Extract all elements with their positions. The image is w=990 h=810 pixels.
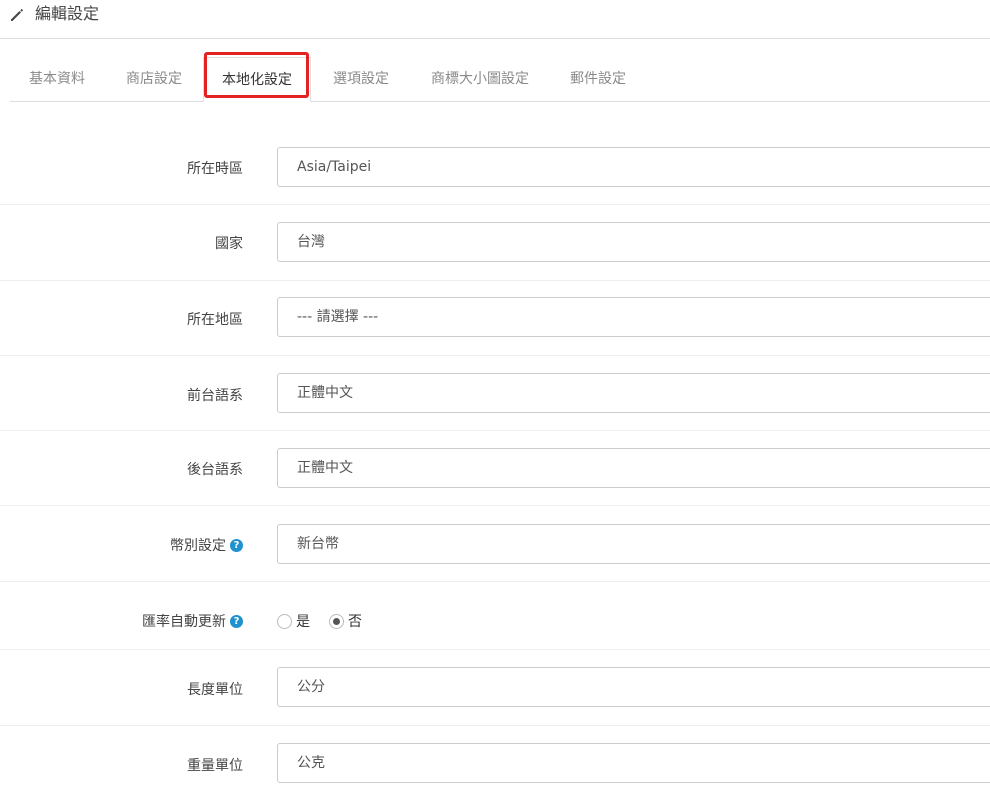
tab-mail-settings[interactable]: 郵件設定	[560, 57, 636, 101]
pencil-icon	[11, 8, 24, 21]
form-row-currency-auto-update: 匯率自動更新 ? 是 否	[0, 582, 990, 650]
form-row-zone: 所在地區 --- 請選擇 ---	[0, 281, 990, 356]
tab-basic-info[interactable]: 基本資料	[10, 57, 104, 101]
panel-heading: 編輯設定	[0, 0, 990, 39]
country-select[interactable]: 台灣	[277, 222, 990, 262]
frontend-language-label: 前台語系	[187, 388, 243, 404]
currency-select[interactable]: 新台幣	[277, 524, 990, 564]
length-unit-select[interactable]: 公分	[277, 667, 990, 707]
timezone-label: 所在時區	[187, 161, 243, 177]
radio-no[interactable]	[329, 613, 344, 629]
length-unit-label: 長度單位	[187, 682, 243, 698]
tab-localization[interactable]: 本地化設定	[203, 57, 311, 102]
country-label: 國家	[215, 236, 243, 252]
page-title: 編輯設定	[35, 4, 100, 23]
admin-language-label: 後台語系	[187, 462, 243, 478]
frontend-language-select[interactable]: 正體中文	[277, 373, 990, 413]
form-row-admin-language: 後台語系 正體中文	[0, 431, 990, 506]
currency-auto-update-radio-group: 是 否	[277, 611, 381, 631]
form-row-length-unit: 長度單位 公分	[0, 650, 990, 726]
form-row-weight-unit: 重量單位 公克	[0, 726, 990, 810]
help-icon[interactable]: ?	[230, 538, 243, 552]
settings-tabs: 基本資料 商店設定 本地化設定 選項設定 商標大小圖設定 郵件設定	[10, 57, 990, 102]
help-icon[interactable]: ?	[230, 614, 243, 628]
weight-unit-select[interactable]: 公克	[277, 743, 990, 783]
form-row-frontend-language: 前台語系 正體中文	[0, 356, 990, 431]
radio-yes-label[interactable]: 是	[296, 611, 310, 631]
currency-auto-update-label: 匯率自動更新	[142, 614, 226, 630]
admin-language-select[interactable]: 正體中文	[277, 448, 990, 488]
tab-options[interactable]: 選項設定	[324, 57, 398, 101]
form-row-timezone: 所在時區 Asia/Taipei	[0, 130, 990, 205]
tab-logo-image-size[interactable]: 商標大小圖設定	[422, 57, 538, 101]
currency-auto-update-label-wrap: 匯率自動更新 ?	[142, 611, 243, 631]
radio-yes[interactable]	[277, 613, 292, 629]
currency-label: 幣別設定	[170, 538, 226, 554]
tab-store-settings[interactable]: 商店設定	[114, 57, 194, 101]
zone-label: 所在地區	[187, 312, 243, 328]
radio-no-label[interactable]: 否	[348, 611, 362, 631]
currency-label-wrap: 幣別設定 ?	[170, 535, 243, 555]
form-row-currency: 幣別設定 ? 新台幣	[0, 506, 990, 582]
zone-select[interactable]: --- 請選擇 ---	[277, 297, 990, 337]
form-row-country: 國家 台灣	[0, 205, 990, 281]
timezone-select[interactable]: Asia/Taipei	[277, 147, 990, 187]
weight-unit-label: 重量單位	[187, 758, 243, 774]
